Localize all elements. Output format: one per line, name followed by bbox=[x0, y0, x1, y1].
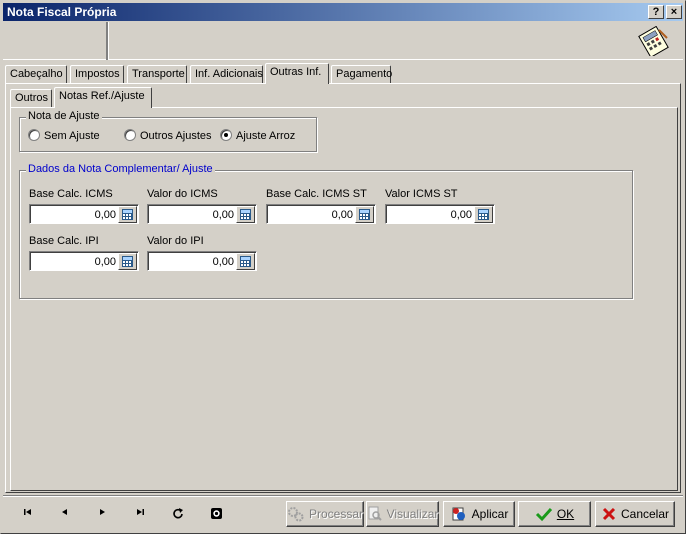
main-window: Nota Fiscal Própria ? × Cabeçalho Impost… bbox=[0, 0, 686, 534]
radio-ajuste-arroz[interactable]: Ajuste Arroz bbox=[220, 129, 295, 143]
main-tab-strip: Cabeçalho Impostos Transporte Inf. Adici… bbox=[5, 63, 681, 84]
radio-label: Sem Ajuste bbox=[44, 130, 100, 142]
tab-impostos[interactable]: Impostos bbox=[70, 65, 124, 83]
tab-outros[interactable]: Outros bbox=[10, 89, 52, 107]
valor-icms-label: Valor do ICMS bbox=[147, 188, 218, 200]
calculator-button[interactable] bbox=[236, 253, 255, 270]
calculator-icon bbox=[359, 209, 370, 220]
close-button[interactable]: × bbox=[666, 5, 682, 19]
title-bar: Nota Fiscal Própria ? × bbox=[3, 3, 683, 21]
calculator-app-icon bbox=[638, 26, 669, 56]
aplicar-button[interactable]: Aplicar bbox=[443, 501, 515, 527]
calculator-icon bbox=[240, 209, 251, 220]
last-record-button[interactable] bbox=[129, 507, 151, 523]
valor-ipi-label: Valor do IPI bbox=[147, 235, 204, 247]
apply-icon bbox=[452, 507, 465, 521]
window-title: Nota Fiscal Própria bbox=[7, 5, 117, 19]
tab-transporte[interactable]: Transporte bbox=[127, 65, 187, 83]
base-calc-icms-st-label: Base Calc. ICMS ST bbox=[266, 188, 367, 200]
tab-inf-adicionais[interactable]: Inf. Adicionais bbox=[190, 65, 263, 83]
cancelar-button[interactable]: Cancelar bbox=[595, 501, 675, 527]
base-calc-ipi-field[interactable] bbox=[29, 251, 139, 271]
valor-icms-field[interactable] bbox=[147, 204, 257, 224]
refresh-icon bbox=[173, 508, 183, 519]
next-record-icon bbox=[100, 509, 105, 515]
processar-label: Processar bbox=[308, 507, 364, 521]
base-calc-icms-field[interactable] bbox=[29, 204, 139, 224]
calculator-icon bbox=[122, 209, 133, 220]
radio-circle-selected bbox=[220, 129, 232, 141]
last-record-icon bbox=[137, 509, 144, 515]
first-record-icon bbox=[24, 509, 31, 515]
toolbar-divider bbox=[107, 22, 108, 60]
toolbar-section bbox=[3, 22, 107, 60]
cancelar-label: Cancelar bbox=[620, 507, 670, 521]
valor-ipi-field[interactable] bbox=[147, 251, 257, 271]
base-calc-ipi-input[interactable] bbox=[32, 254, 116, 269]
calculator-button[interactable] bbox=[474, 206, 493, 223]
base-calc-icms-st-field[interactable] bbox=[266, 204, 376, 224]
processar-button[interactable]: Processar bbox=[286, 501, 364, 527]
radio-circle bbox=[124, 129, 136, 141]
top-toolbar bbox=[3, 22, 683, 60]
base-calc-icms-st-input[interactable] bbox=[269, 207, 353, 222]
gears-icon bbox=[287, 507, 304, 522]
base-calc-icms-input[interactable] bbox=[32, 207, 116, 222]
tab-cabecalho[interactable]: Cabeçalho bbox=[5, 65, 67, 83]
nota-ajuste-group: Nota de Ajuste Sem Ajuste Outros Ajustes… bbox=[19, 110, 317, 152]
previous-record-icon bbox=[62, 509, 67, 515]
previous-record-button[interactable] bbox=[54, 507, 76, 523]
base-calc-ipi-label: Base Calc. IPI bbox=[29, 235, 99, 247]
calculator-button[interactable] bbox=[355, 206, 374, 223]
calculator-icon bbox=[240, 256, 251, 267]
visualizar-label: Visualizar bbox=[386, 507, 439, 521]
valor-ipi-input[interactable] bbox=[150, 254, 234, 269]
tab-pagamento[interactable]: Pagamento bbox=[331, 65, 392, 83]
calculator-button[interactable] bbox=[118, 253, 137, 270]
nota-ajuste-title: Nota de Ajuste bbox=[26, 110, 102, 122]
calculator-icon bbox=[478, 209, 489, 220]
first-record-button[interactable] bbox=[17, 507, 39, 523]
magnifier-document-icon bbox=[368, 506, 382, 521]
valor-icms-st-label: Valor ICMS ST bbox=[385, 188, 458, 200]
cancel-x-icon bbox=[602, 507, 616, 521]
tab-outras-inf[interactable]: Outras Inf. bbox=[265, 63, 329, 84]
calculator-button[interactable] bbox=[118, 206, 137, 223]
dados-nota-title: Dados da Nota Complementar/ Ajuste bbox=[26, 163, 215, 175]
next-record-button[interactable] bbox=[91, 507, 113, 523]
base-calc-icms-label: Base Calc. ICMS bbox=[29, 188, 113, 200]
visualizar-button[interactable]: Visualizar bbox=[366, 501, 439, 527]
calculator-icon bbox=[122, 256, 133, 267]
radio-circle bbox=[28, 129, 40, 141]
record-icon bbox=[210, 508, 222, 519]
sub-tab-strip: Outros Notas Ref./Ajuste bbox=[10, 87, 676, 108]
checkmark-icon bbox=[535, 507, 552, 522]
ok-button[interactable]: OK bbox=[518, 501, 591, 527]
help-button[interactable]: ? bbox=[648, 5, 664, 19]
tab-notas-ref-ajuste[interactable]: Notas Ref./Ajuste bbox=[54, 87, 152, 108]
radio-label: Outros Ajustes bbox=[140, 130, 212, 142]
calculator-button[interactable] bbox=[236, 206, 255, 223]
refresh-button[interactable] bbox=[167, 507, 189, 523]
radio-label: Ajuste Arroz bbox=[236, 130, 296, 142]
record-button[interactable] bbox=[205, 507, 227, 523]
valor-icms-input[interactable] bbox=[150, 207, 234, 222]
radio-sem-ajuste[interactable]: Sem Ajuste bbox=[28, 129, 100, 143]
valor-icms-st-input[interactable] bbox=[388, 207, 472, 222]
ok-label: OK bbox=[556, 507, 575, 521]
radio-outros-ajustes[interactable]: Outros Ajustes bbox=[124, 129, 212, 143]
aplicar-label: Aplicar bbox=[471, 507, 509, 521]
valor-icms-st-field[interactable] bbox=[385, 204, 495, 224]
